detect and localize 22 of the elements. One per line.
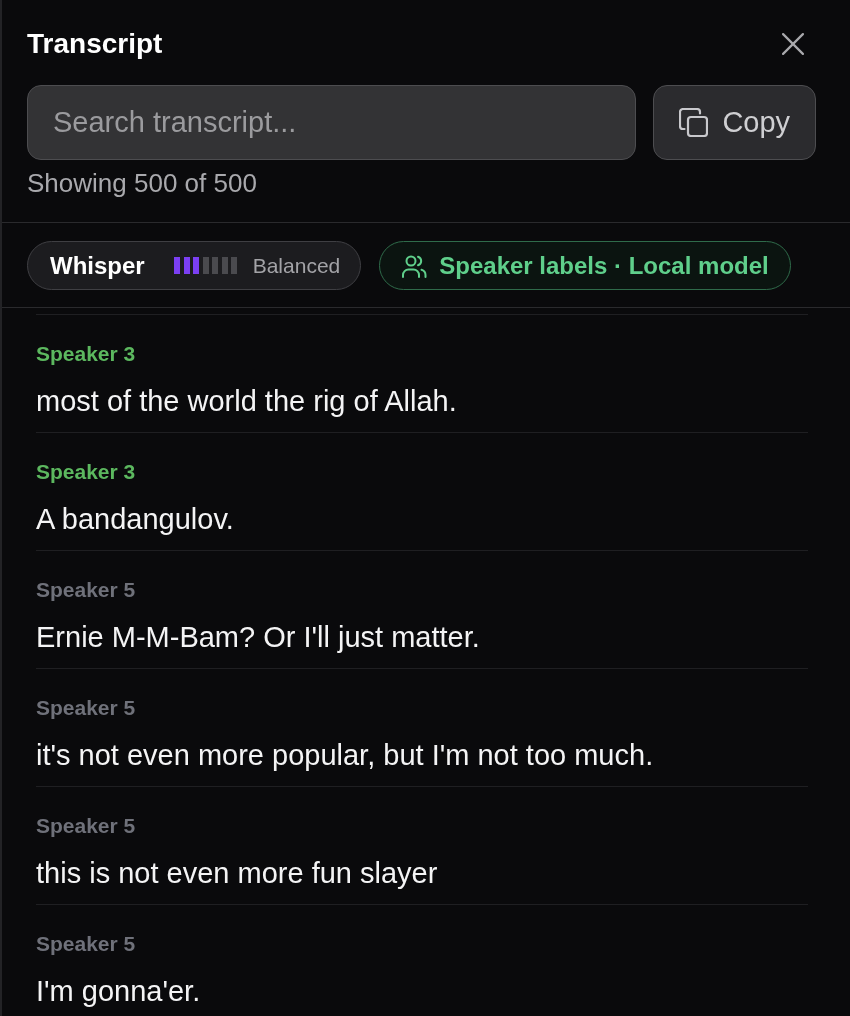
mode-label: Balanced [252,252,341,279]
speaker-label: Speaker 5 [36,696,136,720]
transcript-text: Ernie M-M-Bam? Or I'll just matter. [36,620,481,654]
speaker-label: Speaker 3 [36,342,136,366]
model-name: Whisper [50,250,145,281]
speaker-labels-chip[interactable]: Speaker labels · Local model [379,241,791,290]
transcript-text: it's not even more popular, but I'm not too much. [36,738,655,772]
transcript-text: A bandangulov. [36,502,235,536]
close-icon [782,33,804,55]
speaker-label: Speaker 5 [36,814,136,838]
transcript-text: most of the world the rig of Allah. [36,384,458,418]
search-field[interactable]: Search transcript... [27,85,637,160]
copy-button[interactable]: Copy [653,85,816,160]
transcript-text: this is not even more fun slayer [36,856,439,890]
speaker-label: Speaker 3 [36,460,136,484]
speaker-label: Speaker 5 [36,578,136,602]
copy-icon [679,108,709,137]
speaker-label: Speaker 5 [36,932,136,956]
transcript-text: I'm gonna'er. [36,974,202,1008]
model-chip[interactable]: Whisper Balanced [27,241,362,290]
result-count: Showing 500 of 500 [27,168,258,198]
panel-title: Transcript [27,27,163,61]
